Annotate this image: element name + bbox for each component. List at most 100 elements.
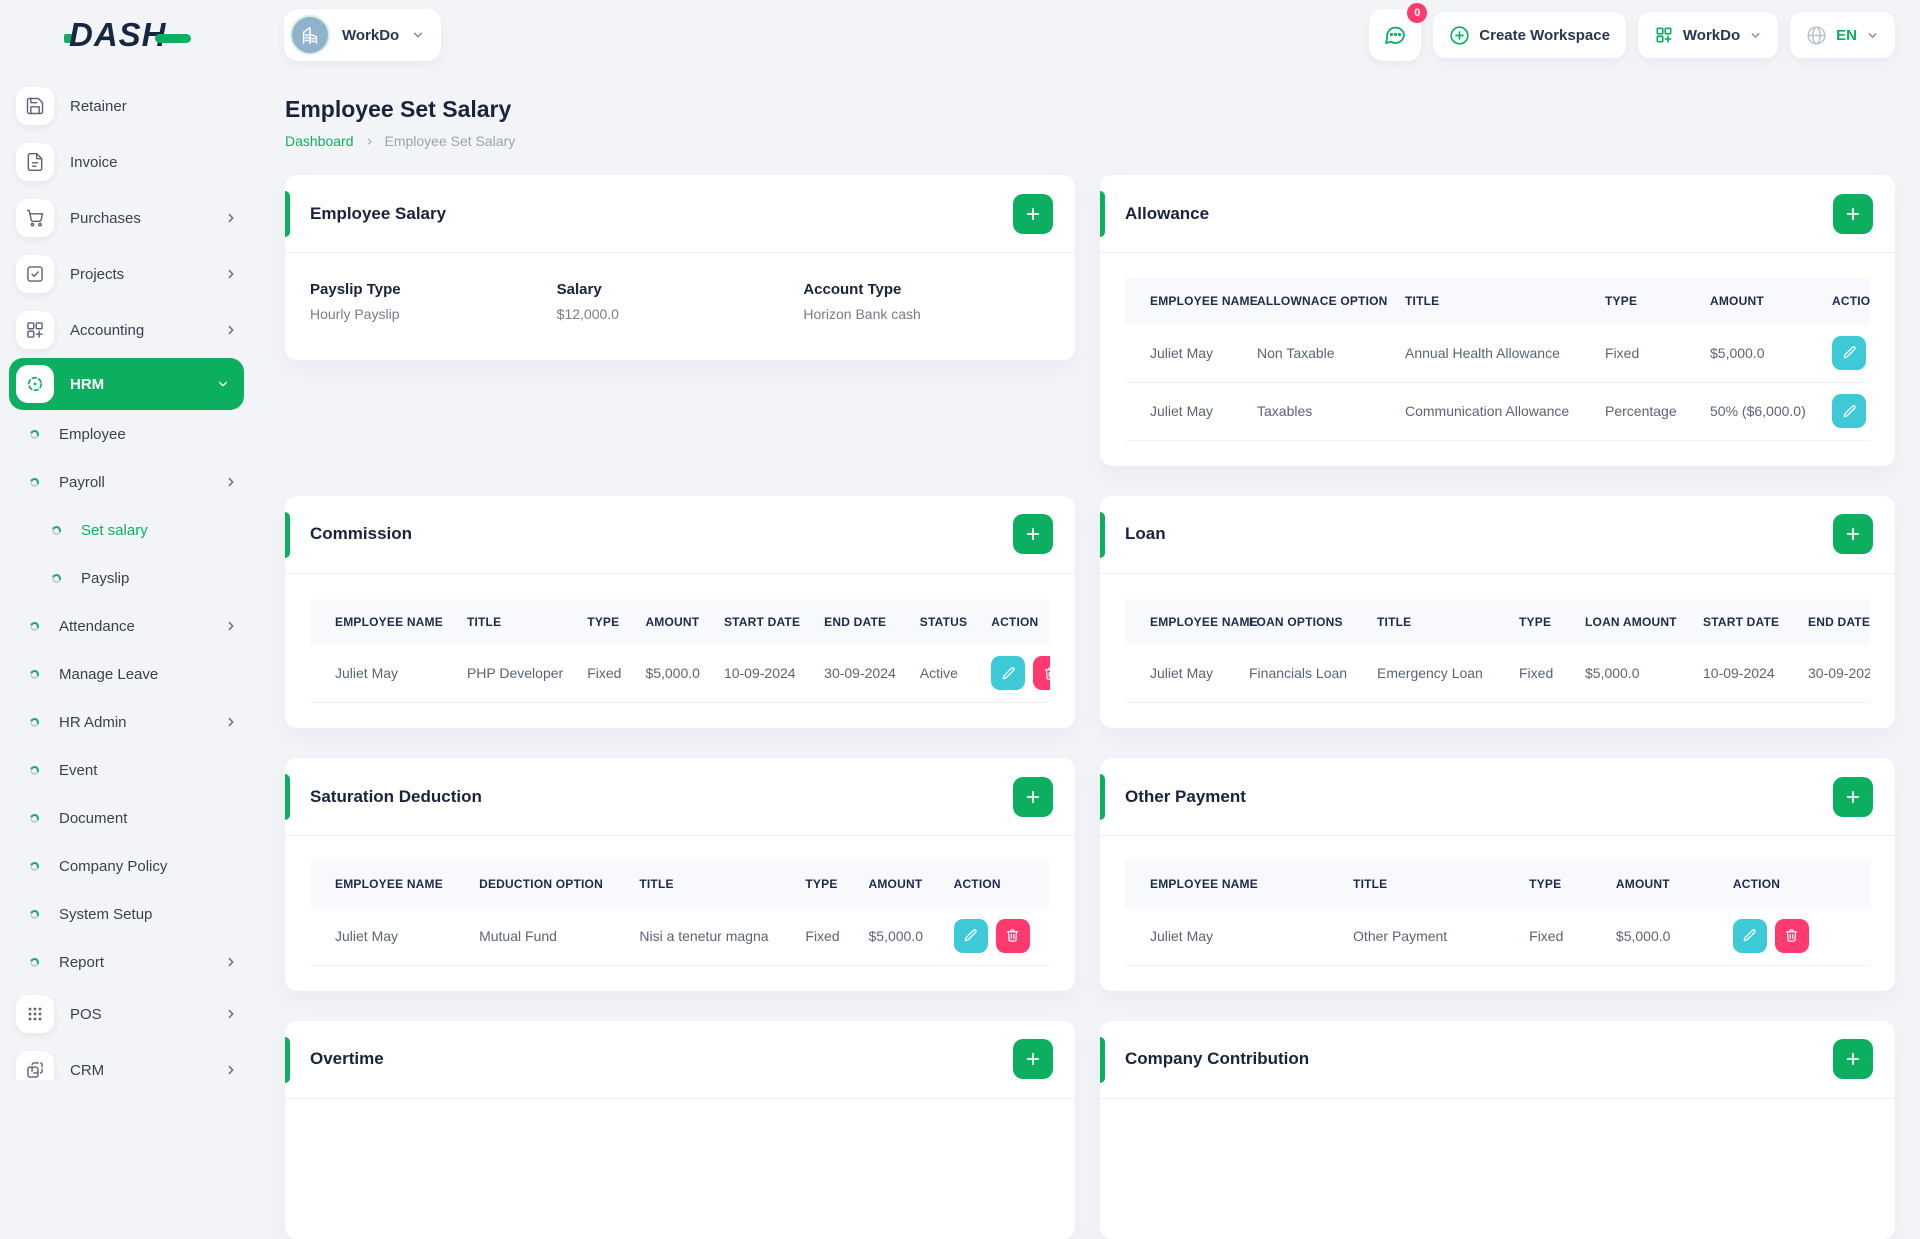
column-header-title: TITLE (1341, 861, 1517, 907)
building-icon (299, 24, 321, 46)
sidebar-item-system-setup[interactable]: System Setup (16, 890, 238, 938)
edit-button[interactable] (1832, 394, 1866, 428)
sidebar-item-set-salary[interactable]: Set salary (16, 506, 238, 554)
table-cell-actions (1820, 382, 1870, 440)
loan-table: EMPLOYEE NAMELOAN OPTIONSTITLETYPELOAN A… (1125, 599, 1870, 704)
sidebar-item-manage-leave[interactable]: Manage Leave (16, 650, 238, 698)
table-cell: Annual Health Allowance (1393, 324, 1593, 382)
sidebar-item-label: CRM (70, 1062, 104, 1079)
column-header-action: ACTION (979, 599, 1050, 645)
chevron-right-icon (224, 955, 238, 969)
table-cell: Financials Loan (1237, 645, 1365, 703)
card-title: Employee Salary (310, 204, 446, 224)
table-cell: 10-09-2024 (712, 645, 812, 703)
add-commission-button[interactable] (1013, 514, 1053, 554)
add-loan-button[interactable] (1833, 514, 1873, 554)
sidebar-item-invoice[interactable]: Invoice (16, 134, 238, 190)
column-header-type: TYPE (793, 861, 856, 907)
sidebar-item-document[interactable]: Document (16, 794, 238, 842)
add-employee-salary-button[interactable] (1013, 194, 1053, 234)
sidebar-item-projects[interactable]: Projects (16, 246, 238, 302)
overtime-card: Overtime (285, 1021, 1075, 1239)
table-cell: Fixed (1517, 907, 1604, 965)
add-allowance-button[interactable] (1833, 194, 1873, 234)
column-header-amount: AMOUNT (857, 861, 942, 907)
saturation-deduction-table: EMPLOYEE NAMEDEDUCTION OPTIONTITLETYPEAM… (310, 861, 1050, 966)
table-cell: 50% ($6,000.0) (1698, 382, 1820, 440)
table-cell: 30-09-2024 (1796, 645, 1870, 703)
header-actions: 0 Create Workspace WorkDo EN (1369, 9, 1895, 61)
add-overtime-button[interactable] (1013, 1039, 1053, 1079)
column-header-status: STATUS (908, 599, 979, 645)
grid-plus-icon (1654, 25, 1674, 45)
edit-button[interactable] (1733, 919, 1767, 953)
delete-button[interactable] (1775, 919, 1809, 953)
table-cell: 10-09-2024 (1691, 645, 1796, 703)
add-saturation-deduction-button[interactable] (1013, 777, 1053, 817)
language-selector[interactable]: EN (1790, 12, 1895, 58)
table-cell: $5,000.0 (633, 645, 712, 703)
table-row: Juliet MayTaxablesCommunication Allowanc… (1125, 382, 1870, 440)
sidebar-item-purchases[interactable]: Purchases (16, 190, 238, 246)
table-cell: Other Payment (1341, 907, 1517, 965)
allowance-table: EMPLOYEE NAMEALLOWNACE OPTIONTITLETYPEAM… (1125, 278, 1870, 441)
dots-grid-icon (16, 995, 54, 1033)
messages-badge: 0 (1407, 3, 1427, 23)
chevron-right-icon (224, 267, 238, 281)
employee-salary-card: Employee Salary Payslip Type Hourly Pays… (285, 175, 1075, 360)
sidebar-item-retainer[interactable]: Retainer (16, 78, 238, 134)
card-title: Other Payment (1125, 787, 1246, 807)
sidebar-item-label: Report (59, 954, 104, 971)
sidebar-item-pos[interactable]: POS (16, 986, 238, 1042)
column-header-deduction-option: DEDUCTION OPTION (467, 861, 627, 907)
sidebar-item-accounting[interactable]: Accounting (16, 302, 238, 358)
bullet-icon (29, 428, 41, 440)
sidebar-item-event[interactable]: Event (16, 746, 238, 794)
add-company-contribution-button[interactable] (1833, 1039, 1873, 1079)
sidebar-item-employee[interactable]: Employee (16, 410, 238, 458)
app-menu-button[interactable]: WorkDo (1638, 12, 1778, 58)
chat-icon (1383, 23, 1407, 47)
plus-icon (1844, 525, 1862, 543)
sidebar-item-crm[interactable]: CRM (16, 1042, 238, 1080)
create-workspace-label: Create Workspace (1479, 27, 1610, 44)
sidebar-item-label: Attendance (59, 618, 135, 635)
sidebar-item-attendance[interactable]: Attendance (16, 602, 238, 650)
table-cell: Fixed (575, 645, 633, 703)
table-cell: Fixed (1507, 645, 1573, 703)
sidebar-item-label: Payroll (59, 474, 105, 491)
table-cell: Percentage (1593, 382, 1698, 440)
plus-icon (1844, 788, 1862, 806)
table-cell: Non Taxable (1245, 324, 1393, 382)
delete-button[interactable] (996, 919, 1030, 953)
edit-button[interactable] (1832, 336, 1866, 370)
edit-button[interactable] (991, 656, 1025, 690)
sidebar-item-hr-admin[interactable]: HR Admin (16, 698, 238, 746)
app-menu-label: WorkDo (1683, 27, 1740, 44)
table-cell: Juliet May (1125, 907, 1341, 965)
breadcrumb-dashboard-link[interactable]: Dashboard (285, 133, 354, 149)
sidebar-item-hrm[interactable]: HRM (9, 358, 244, 410)
add-other-payment-button[interactable] (1833, 777, 1873, 817)
delete-button[interactable] (1033, 656, 1050, 690)
sidebar-item-payslip[interactable]: Payslip (16, 554, 238, 602)
plus-icon (1024, 1050, 1042, 1068)
sidebar-item-report[interactable]: Report (16, 938, 238, 986)
breadcrumb-current: Employee Set Salary (385, 133, 516, 149)
edit-button[interactable] (954, 919, 988, 953)
bullet-icon (29, 668, 41, 680)
sidebar-item-payroll[interactable]: Payroll (16, 458, 238, 506)
table-cell-actions (1820, 324, 1870, 382)
create-workspace-button[interactable]: Create Workspace (1433, 12, 1626, 58)
table-cell: Fixed (793, 907, 856, 965)
column-header-end-date: END DATE (812, 599, 908, 645)
sidebar-item-company-policy[interactable]: Company Policy (16, 842, 238, 890)
column-header-action: ACTION (1820, 278, 1870, 324)
breadcrumb: Dashboard Employee Set Salary (285, 133, 1895, 149)
plus-icon (1844, 1050, 1862, 1068)
data-table: EMPLOYEE NAMEALLOWNACE OPTIONTITLETYPEAM… (1125, 278, 1870, 441)
messages-button[interactable]: 0 (1369, 9, 1421, 61)
workspace-switcher[interactable]: WorkDo (284, 9, 441, 61)
column-header-title: TITLE (627, 861, 793, 907)
column-header-type: TYPE (575, 599, 633, 645)
